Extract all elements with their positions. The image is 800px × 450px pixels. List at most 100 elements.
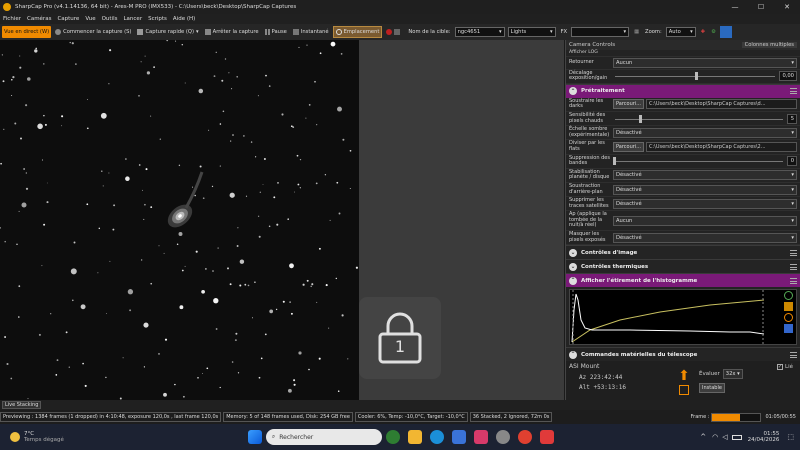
star bbox=[98, 227, 101, 230]
reset-icon[interactable] bbox=[783, 313, 793, 323]
menu-icon[interactable] bbox=[790, 263, 797, 270]
expand-icon[interactable]: ⌄ bbox=[569, 248, 577, 257]
rate-select[interactable]: 32x ▾ bbox=[722, 369, 743, 380]
weather-icon[interactable] bbox=[10, 432, 20, 442]
maximize-button[interactable]: ☐ bbox=[748, 0, 774, 14]
snapshot-button[interactable]: Instantané bbox=[291, 26, 331, 38]
hotpixel-value[interactable]: 5 bbox=[787, 113, 797, 124]
collapse-icon[interactable]: ⌃ bbox=[569, 350, 577, 359]
arrow-up-icon[interactable]: ⬆ bbox=[678, 369, 690, 383]
linked-checkbox[interactable]: ✓ bbox=[777, 364, 783, 371]
retourner-select[interactable]: Aucun ▾ bbox=[613, 57, 797, 68]
section-image-controls[interactable]: ⌄ Contrôles d'image bbox=[566, 245, 800, 260]
background-select[interactable]: Désactivé ▾ bbox=[613, 184, 797, 195]
banding-slider[interactable] bbox=[613, 156, 785, 166]
histogram-tool-icon[interactable]: ▦ bbox=[632, 26, 641, 38]
anydesk-icon[interactable] bbox=[539, 430, 554, 444]
offset-slider-thumb[interactable] bbox=[695, 72, 698, 81]
live-stacking-tab[interactable]: Live Stacking bbox=[2, 401, 42, 409]
row-hotpixels: Sensibilité des pixels chauds 5 bbox=[566, 112, 800, 127]
menu-scripts[interactable]: Scripts bbox=[148, 16, 167, 22]
volume-icon[interactable]: ◁ bbox=[722, 433, 727, 441]
wifi-icon[interactable]: ◠ bbox=[712, 433, 718, 441]
menu-aide[interactable]: Aide (H) bbox=[173, 16, 195, 22]
chevron-up-icon[interactable]: ^ bbox=[700, 433, 706, 441]
paint-icon[interactable] bbox=[473, 430, 488, 444]
hotpixel-slider-thumb[interactable] bbox=[638, 114, 642, 123]
banding-value[interactable]: 0 bbox=[787, 156, 797, 167]
save-icon[interactable] bbox=[783, 324, 793, 334]
expand-icon[interactable]: ⌄ bbox=[569, 262, 577, 271]
collapse-icon[interactable]: ⌃ bbox=[569, 276, 577, 285]
frame-type-select[interactable]: Lights ▾ bbox=[507, 27, 556, 37]
sharpcap-icon[interactable] bbox=[495, 430, 510, 444]
menu-cameras[interactable]: Caméras bbox=[27, 16, 51, 22]
multi-column-toggle[interactable]: Colonnes multiples bbox=[741, 42, 797, 48]
taskbar-search[interactable]: ⌕ Rechercher bbox=[265, 429, 382, 445]
notification-icon[interactable]: ⬚ bbox=[787, 433, 794, 441]
start-capture-button[interactable]: Commencer la capture (S) bbox=[53, 26, 133, 38]
darks-path-select[interactable]: C:\Users\beck\Desktop\SharpCap Captures\… bbox=[646, 99, 797, 110]
nightfall-select[interactable]: Aucun ▾ bbox=[613, 215, 797, 226]
star bbox=[273, 196, 276, 199]
unstable-button[interactable]: Instable bbox=[699, 383, 725, 394]
pause-button[interactable]: Pause bbox=[263, 26, 289, 38]
section-histogram[interactable]: ⌃ Afficher l'étirement de l'histogramme bbox=[566, 273, 800, 288]
settings-icon[interactable]: ⚙ bbox=[709, 26, 718, 38]
menu-icon[interactable] bbox=[790, 88, 797, 95]
menu-lancer[interactable]: Lancer bbox=[123, 16, 142, 22]
target-name-select[interactable]: ngc4651 ▾ bbox=[454, 27, 505, 37]
quick-capture-button[interactable]: Capture rapide (Q) ▾ bbox=[135, 26, 200, 38]
star bbox=[310, 285, 312, 288]
live-view-button[interactable]: Vue en direct (W) bbox=[2, 26, 52, 38]
record-target-button[interactable] bbox=[384, 26, 404, 38]
clock[interactable]: 01:55 24/04/2026 bbox=[748, 431, 780, 443]
chevron-down-icon[interactable]: ▾ bbox=[196, 29, 199, 35]
menu-capture[interactable]: Capture bbox=[57, 16, 79, 22]
crosshair-tool-icon[interactable]: ✚ bbox=[699, 26, 707, 38]
windows-start-icon[interactable] bbox=[247, 430, 262, 444]
darks-browse-button[interactable]: Parcouri... bbox=[613, 99, 644, 110]
menu-icon[interactable] bbox=[790, 249, 797, 256]
menu-vue[interactable]: Vue bbox=[85, 16, 95, 22]
minimize-button[interactable]: — bbox=[722, 0, 748, 14]
flats-browse-button[interactable]: Parcouri... bbox=[613, 141, 644, 152]
banding-slider-thumb[interactable] bbox=[613, 157, 616, 166]
mask-select[interactable]: Désactivé ▾ bbox=[613, 232, 797, 243]
image-viewer[interactable]: 1 bbox=[0, 40, 564, 400]
flats-path-select[interactable]: C:\Users\beck\Desktop\SharpCap Captures\… bbox=[646, 141, 797, 152]
satellites-select[interactable]: Désactivé ▾ bbox=[613, 198, 797, 209]
file-explorer-icon[interactable] bbox=[407, 430, 422, 444]
lock-overlay[interactable]: 1 bbox=[359, 297, 441, 379]
section-pretraitement[interactable]: ⌃ Prétraitement bbox=[566, 83, 800, 98]
darkscale-value: Désactivé bbox=[616, 129, 642, 136]
stabilisation-select[interactable]: Désactivé ▾ bbox=[613, 170, 797, 181]
target-icon[interactable] bbox=[679, 385, 689, 396]
close-button[interactable]: ✕ bbox=[774, 0, 800, 14]
battery-icon[interactable] bbox=[731, 434, 742, 440]
star bbox=[206, 367, 209, 370]
menu-outils[interactable]: Outils bbox=[102, 16, 118, 22]
reticle-button[interactable]: Emplacement bbox=[332, 26, 383, 38]
chrome-icon[interactable] bbox=[517, 430, 532, 444]
offset-value[interactable]: 0,00 bbox=[779, 71, 797, 82]
darkscale-select[interactable]: Désactivé ▾ bbox=[613, 127, 797, 138]
auto-stretch-icon[interactable] bbox=[783, 302, 793, 312]
fx-select[interactable]: ▾ bbox=[571, 27, 630, 37]
hotpixel-slider[interactable] bbox=[613, 114, 785, 124]
edge-icon[interactable] bbox=[429, 430, 444, 444]
xbox-icon[interactable] bbox=[385, 430, 400, 444]
menu-fichier[interactable]: Fichier bbox=[3, 16, 21, 22]
stop-capture-button[interactable]: Arrêter la capture bbox=[203, 26, 261, 38]
histogram-display[interactable] bbox=[569, 289, 797, 346]
zoom-select[interactable]: Auto ▾ bbox=[665, 27, 696, 37]
section-thermal-controls[interactable]: ⌄ Contrôles thermiques bbox=[566, 259, 800, 274]
info-icon[interactable] bbox=[783, 291, 793, 301]
menu-icon[interactable] bbox=[790, 277, 797, 284]
colorpicker-icon[interactable] bbox=[719, 26, 732, 38]
section-telescope[interactable]: ⌃ Commandes matérielles du télescope bbox=[566, 347, 800, 362]
offset-slider[interactable] bbox=[613, 71, 777, 81]
store-icon[interactable] bbox=[451, 430, 466, 444]
collapse-icon[interactable]: ⌃ bbox=[569, 87, 577, 96]
menu-icon[interactable] bbox=[790, 351, 797, 358]
